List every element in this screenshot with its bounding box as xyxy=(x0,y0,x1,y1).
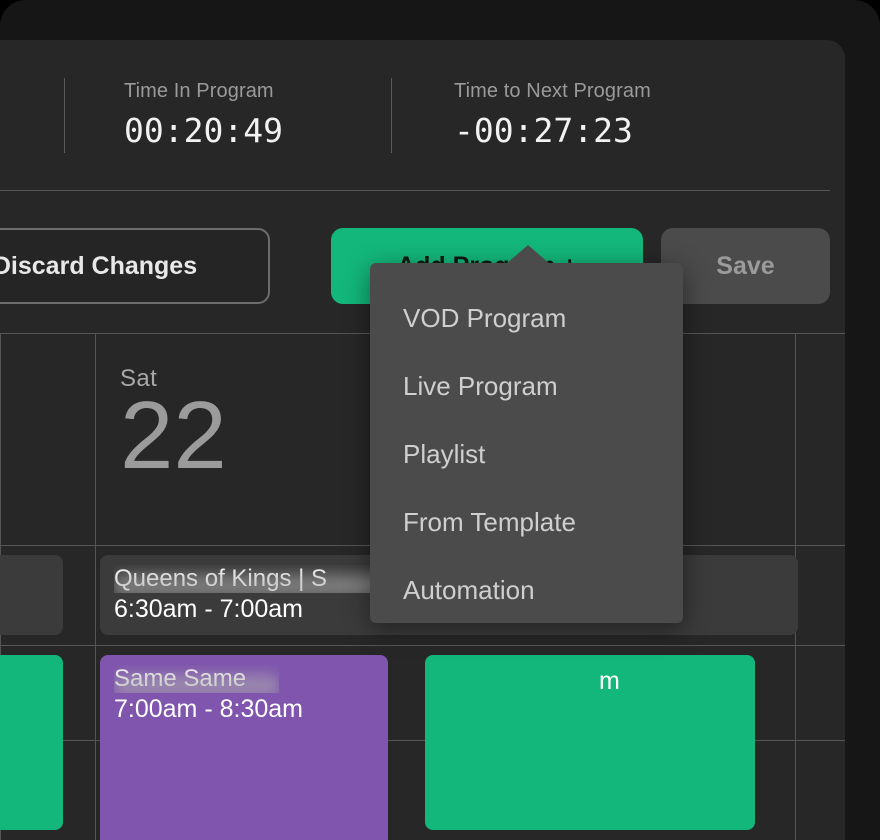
calendar-event[interactable]: m xyxy=(425,655,755,830)
calendar-event[interactable] xyxy=(0,555,63,635)
grid-vline xyxy=(95,333,96,840)
day-header: Sat 22 xyxy=(120,365,227,485)
menu-caret-icon xyxy=(506,245,550,264)
event-time: m xyxy=(599,667,620,695)
header-divider xyxy=(0,190,830,191)
event-title: Same Same xyxy=(114,665,279,693)
timer-value: 00:20:49 xyxy=(124,111,283,150)
timers-bar: Time In Program 00:20:49 Time to Next Pr… xyxy=(0,40,845,190)
timer-time-to-next-program: Time to Next Program -00:27:23 xyxy=(454,80,651,150)
save-button[interactable]: Save xyxy=(661,228,830,304)
menu-item-automation[interactable]: Automation xyxy=(403,575,535,606)
menu-item-from-template[interactable]: From Template xyxy=(403,507,576,538)
discard-changes-button[interactable]: Discard Changes xyxy=(0,228,270,304)
app-window: Time In Program 00:20:49 Time to Next Pr… xyxy=(0,0,880,840)
timer-time-in-program: Time In Program 00:20:49 xyxy=(124,80,283,150)
event-time: 7:00am - 8:30am xyxy=(114,695,303,723)
grid-hline xyxy=(0,645,845,646)
timer-value: -00:27:23 xyxy=(454,111,633,150)
timer-divider-left xyxy=(64,78,65,153)
menu-item-live-program[interactable]: Live Program xyxy=(403,371,558,402)
timer-label: Time to Next Program xyxy=(454,80,651,102)
menu-item-playlist[interactable]: Playlist xyxy=(403,439,485,470)
day-number-label: 22 xyxy=(120,382,227,489)
calendar-event[interactable] xyxy=(0,655,63,830)
add-program-menu[interactable]: VOD Program Live Program Playlist From T… xyxy=(370,245,683,623)
timer-label: Time In Program xyxy=(124,80,274,102)
menu-item-vod-program[interactable]: VOD Program xyxy=(403,303,566,334)
calendar-event[interactable]: Same Same 7:00am - 8:30am xyxy=(100,655,388,840)
timer-divider-right xyxy=(391,78,392,153)
